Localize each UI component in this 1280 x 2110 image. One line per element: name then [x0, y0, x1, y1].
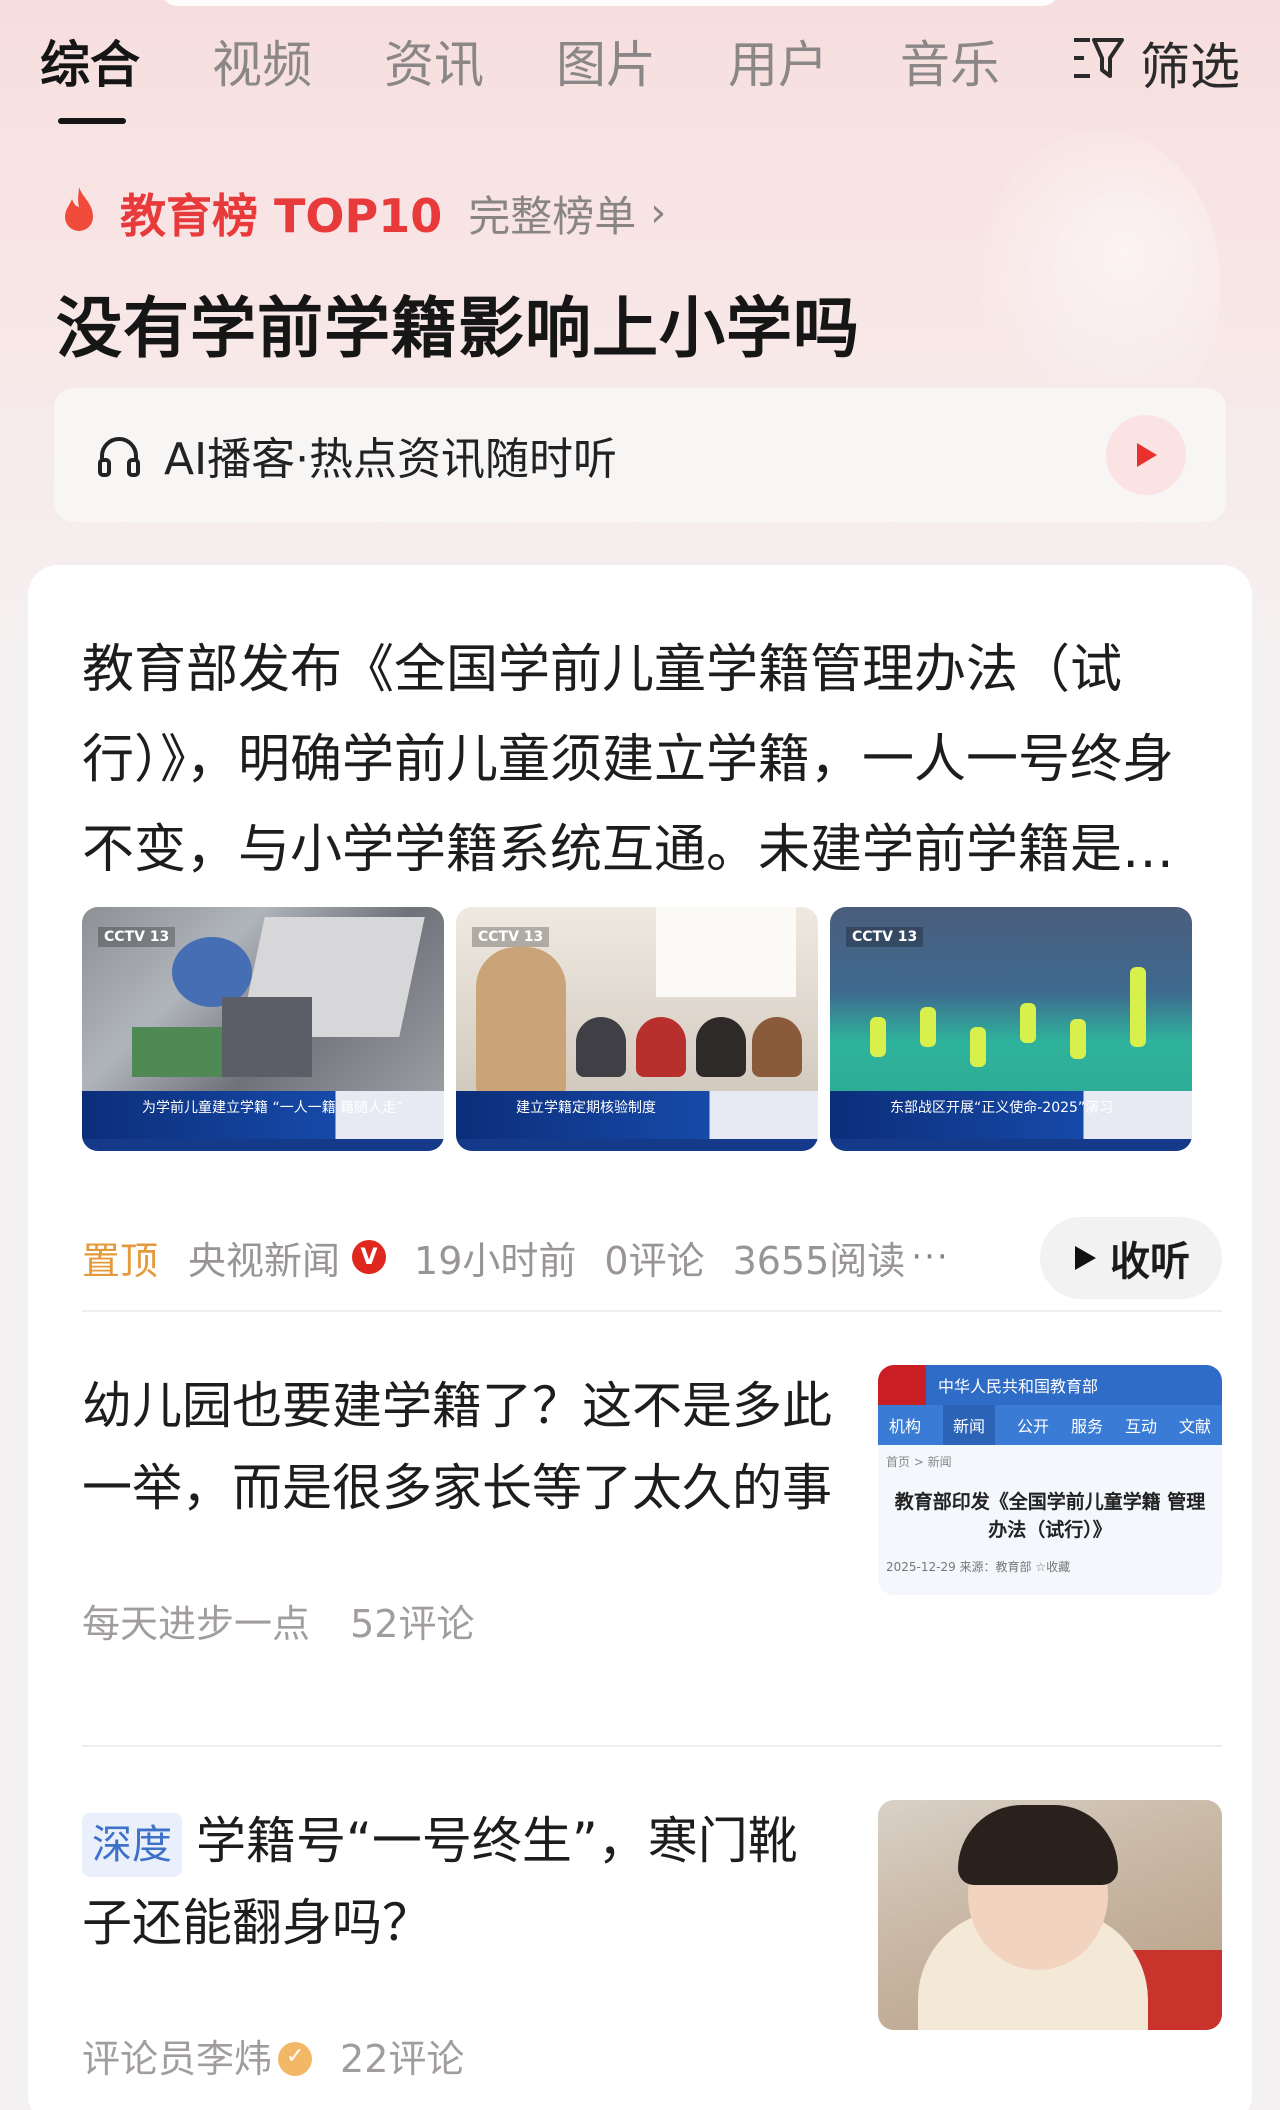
ministry-nav: 机构 新闻 公开 服务 互动 文献	[878, 1405, 1222, 1445]
play-icon	[1137, 443, 1157, 467]
article-title[interactable]: 幼儿园也要建学籍了？这不是多此一举，而是很多家长等了太久的事	[82, 1365, 842, 1529]
comment-count: 0评论	[604, 1238, 705, 1283]
headphones-icon	[94, 430, 144, 480]
lead-article-meta: 置顶 央视新闻 V 19小时前 0评论 3655阅读 ··· 收听	[82, 1217, 1222, 1299]
comment-count: 52评论	[350, 1602, 475, 1646]
article-thumbnail[interactable]	[878, 1800, 1222, 2030]
verified-icon	[278, 2041, 313, 2076]
filter-button[interactable]: 筛选	[1070, 30, 1240, 104]
hot-board-label: 教育榜 TOP10	[120, 189, 443, 243]
tab-comprehensive[interactable]: 综合	[40, 30, 140, 124]
ministry-title: 教育部印发《全国学前儿童学籍 管理办法（试行）》	[894, 1491, 1206, 1541]
listen-button[interactable]: 收听	[1040, 1217, 1222, 1299]
search-bar[interactable]	[160, 0, 1060, 6]
play-icon	[1075, 1246, 1096, 1270]
ministry-footer: 2025-12-29 来源：教育部 ☆收藏	[886, 1560, 1071, 1574]
comment-count: 22评论	[340, 2037, 465, 2081]
hot-board-header: 教育榜 TOP10 完整榜单 ›	[56, 180, 666, 246]
source-name[interactable]: 央视新闻	[188, 1230, 340, 1285]
deep-tag: 深度	[82, 1813, 182, 1877]
article-meta: 评论员李炜 22评论	[82, 2028, 492, 2083]
ministry-header: 中华人民共和国教育部	[878, 1365, 1222, 1405]
lead-article-images: CCTV 13 为学前儿童建立学籍 “一人一籍 籍随人走” CCTV 13 建立…	[82, 907, 1222, 1151]
search-tabs: 综合 视频 资讯 图片 用户 音乐 筛选	[40, 30, 1240, 130]
tab-users[interactable]: 用户	[728, 30, 828, 100]
listen-label: 收听	[1110, 1239, 1190, 1285]
article-title-text: 学籍号“一号终生”，寒门靴子还能翻身吗？	[82, 1812, 798, 1952]
divider	[82, 1310, 1222, 1312]
flame-icon	[56, 185, 102, 241]
read-count: 3655阅读	[732, 1238, 906, 1283]
full-list-label: 完整榜单	[468, 191, 637, 241]
news-image-3[interactable]: CCTV 13 东部战区开展“正义使命-2025”演习	[830, 907, 1192, 1151]
author-name[interactable]: 评论员李炜	[82, 2037, 272, 2081]
filter-label: 筛选	[1140, 38, 1240, 96]
news-image-2[interactable]: CCTV 13 建立学籍定期核验制度	[456, 907, 818, 1151]
author-name[interactable]: 每天进步一点	[82, 1602, 310, 1646]
ai-podcast-bar[interactable]: AI播客·热点资讯随时听	[54, 388, 1226, 522]
pinned-badge: 置顶	[82, 1238, 159, 1283]
news-image-1[interactable]: CCTV 13 为学前儿童建立学籍 “一人一籍 籍随人走”	[82, 907, 444, 1151]
tab-music[interactable]: 音乐	[900, 30, 1000, 100]
image-caption: 建立学籍定期核验制度	[516, 1100, 656, 1116]
more-options-icon[interactable]: ···	[911, 1237, 949, 1277]
hot-topic-title[interactable]: 没有学前学籍影响上小学吗	[56, 275, 860, 371]
article-thumbnail[interactable]: 中华人民共和国教育部 机构 新闻 公开 服务 互动 文献 首页 > 新闻 教育部…	[878, 1365, 1222, 1595]
divider	[82, 1745, 1222, 1747]
cctv-logo: CCTV 13	[846, 927, 924, 947]
tab-news[interactable]: 资讯	[384, 30, 484, 100]
image-caption: 为学前儿童建立学籍 “一人一籍 籍随人走”	[142, 1100, 404, 1116]
full-list-link[interactable]: 完整榜单 ›	[468, 183, 666, 244]
list-item[interactable]: 深度学籍号“一号终生”，寒门靴子还能翻身吗？ 评论员李炜 22评论	[82, 1800, 1222, 2100]
tab-video[interactable]: 视频	[212, 30, 312, 100]
cctv-logo: CCTV 13	[472, 927, 550, 947]
image-caption: 东部战区开展“正义使命-2025”演习	[890, 1100, 1114, 1116]
article-title[interactable]: 深度 学籍号“一号终生”，寒门靴子还能翻身吗？	[82, 1800, 842, 1964]
cctv-logo: CCTV 13	[98, 927, 176, 947]
podcast-text: AI播客·热点资讯随时听	[164, 434, 618, 485]
publish-time: 19小时前	[414, 1238, 577, 1283]
chevron-right-icon: ›	[650, 190, 667, 236]
filter-icon	[1070, 30, 1140, 104]
results-card: 教育部发布《全国学前儿童学籍管理办法（试行）》，明确学前儿童须建立学籍，一人一号…	[28, 565, 1252, 2110]
flame-decoration	[980, 130, 1220, 430]
podcast-play-button[interactable]	[1106, 415, 1186, 495]
ministry-breadcrumb: 首页 > 新闻	[886, 1455, 952, 1469]
lead-article-title[interactable]: 教育部发布《全国学前儿童学籍管理办法（试行）》，明确学前儿童须建立学籍，一人一号…	[82, 625, 1222, 895]
verified-v-icon: V	[352, 1240, 387, 1274]
tab-images[interactable]: 图片	[556, 30, 656, 100]
list-item[interactable]: 幼儿园也要建学籍了？这不是多此一举，而是很多家长等了太久的事 每天进步一点 52…	[82, 1365, 1222, 1665]
article-meta: 每天进步一点 52评论	[82, 1593, 502, 1648]
